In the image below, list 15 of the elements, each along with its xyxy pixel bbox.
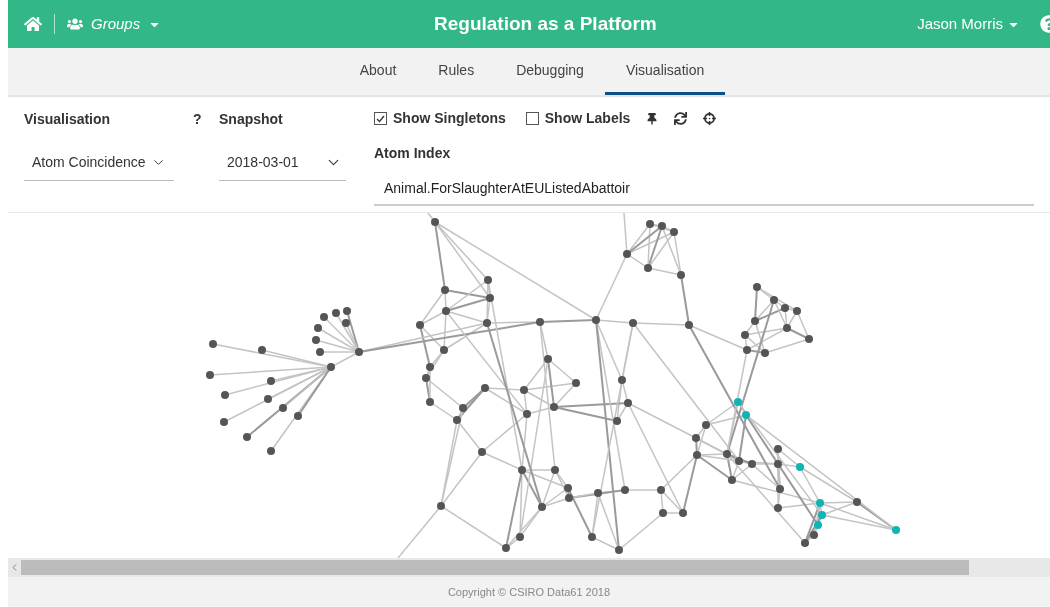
- atom-index-field[interactable]: Animal.ForSlaughterAtEUListedAbattoir: [374, 172, 1034, 206]
- field-label: Snapshot: [219, 110, 284, 129]
- field-label: Atom Index: [374, 144, 452, 163]
- snapshot-select[interactable]: 2018-03-01: [219, 145, 346, 181]
- help-text: ?: [193, 110, 203, 129]
- option-checkbox[interactable]: Show Singletons: [374, 108, 506, 129]
- visualisation-select[interactable]: Atom Coincidence: [24, 145, 174, 181]
- nav-tab[interactable]: About: [338, 48, 418, 95]
- option-checkbox[interactable]: Show Labels: [525, 108, 631, 129]
- field-label: Visualisation: [24, 110, 112, 129]
- nav-tab[interactable]: Rules: [417, 48, 496, 95]
- app-title: Regulation as a Platform: [434, 11, 657, 36]
- nav-tab[interactable]: Visualisation: [604, 48, 726, 95]
- copyright-text: Copyright © CSIRO Data61 2018: [447, 584, 611, 600]
- nav-tab[interactable]: Debugging: [495, 48, 605, 95]
